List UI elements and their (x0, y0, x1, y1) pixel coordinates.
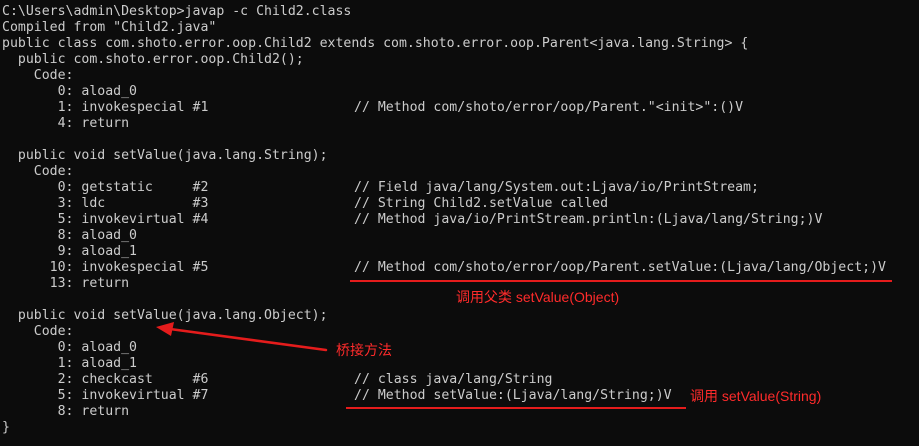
bytecode-comment-highlighted: // Method setValue:(Ljava/lang/String;)V (354, 388, 672, 403)
terminal-line: Code: (2, 324, 74, 339)
bytecode-comment-highlighted: // Method com/shoto/error/oop/Parent.set… (354, 260, 886, 275)
terminal-line: Compiled from "Child2.java" (2, 20, 217, 35)
terminal-line: Code: (2, 68, 74, 83)
terminal-line: 0: getstatic #2 (2, 180, 209, 195)
terminal-line: 10: invokespecial #5 (2, 260, 209, 275)
terminal-line: 8: aload_0 (2, 228, 137, 243)
bytecode-comment: // Field java/lang/System.out:Ljava/io/P… (354, 180, 759, 195)
terminal-line: public void setValue(java.lang.Object); (2, 308, 328, 323)
terminal-line: 2: checkcast #6 (2, 372, 209, 387)
terminal-line: 0: aload_0 (2, 84, 137, 99)
annotation-call-parent: 调用父类 setValue(Object) (456, 289, 620, 305)
terminal-line: 8: return (2, 404, 130, 419)
bytecode-comment: // Method com/shoto/error/oop/Parent."<i… (354, 100, 744, 115)
terminal-line-prompt: C:\Users\admin\Desktop>javap -c Child2.c… (2, 4, 352, 19)
terminal-line: 1: invokespecial #1 (2, 100, 209, 115)
terminal-line: public com.shoto.error.oop.Child2(); (2, 52, 304, 67)
terminal-line: 4: return (2, 116, 130, 131)
terminal-line: 9: aload_1 (2, 244, 137, 259)
terminal-window: C:\Users\admin\Desktop>javap -c Child2.c… (0, 0, 919, 446)
highlight-underline (350, 280, 892, 282)
annotation-call-string: 调用 setValue(String) (690, 388, 822, 404)
bytecode-comment: // class java/lang/String (354, 372, 553, 387)
terminal-line: 1: aload_1 (2, 356, 137, 371)
terminal-line: 5: invokevirtual #4 (2, 212, 209, 227)
terminal-line: public class com.shoto.error.oop.Child2 … (2, 36, 749, 51)
terminal-line: } (2, 420, 10, 435)
terminal-line: 3: ldc #3 (2, 196, 209, 211)
highlight-underline (346, 407, 686, 409)
bytecode-comment: // String Child2.setValue called (354, 196, 609, 211)
bytecode-comment: // Method java/io/PrintStream.println:(L… (354, 212, 823, 227)
terminal-line: Code: (2, 164, 74, 179)
terminal-line: 0: aload_0 (2, 340, 137, 355)
terminal-line: 13: return (2, 276, 130, 291)
terminal-line: 5: invokevirtual #7 (2, 388, 209, 403)
terminal-line: public void setValue(java.lang.String); (2, 148, 328, 163)
annotation-bridge-method: 桥接方法 (336, 342, 392, 358)
